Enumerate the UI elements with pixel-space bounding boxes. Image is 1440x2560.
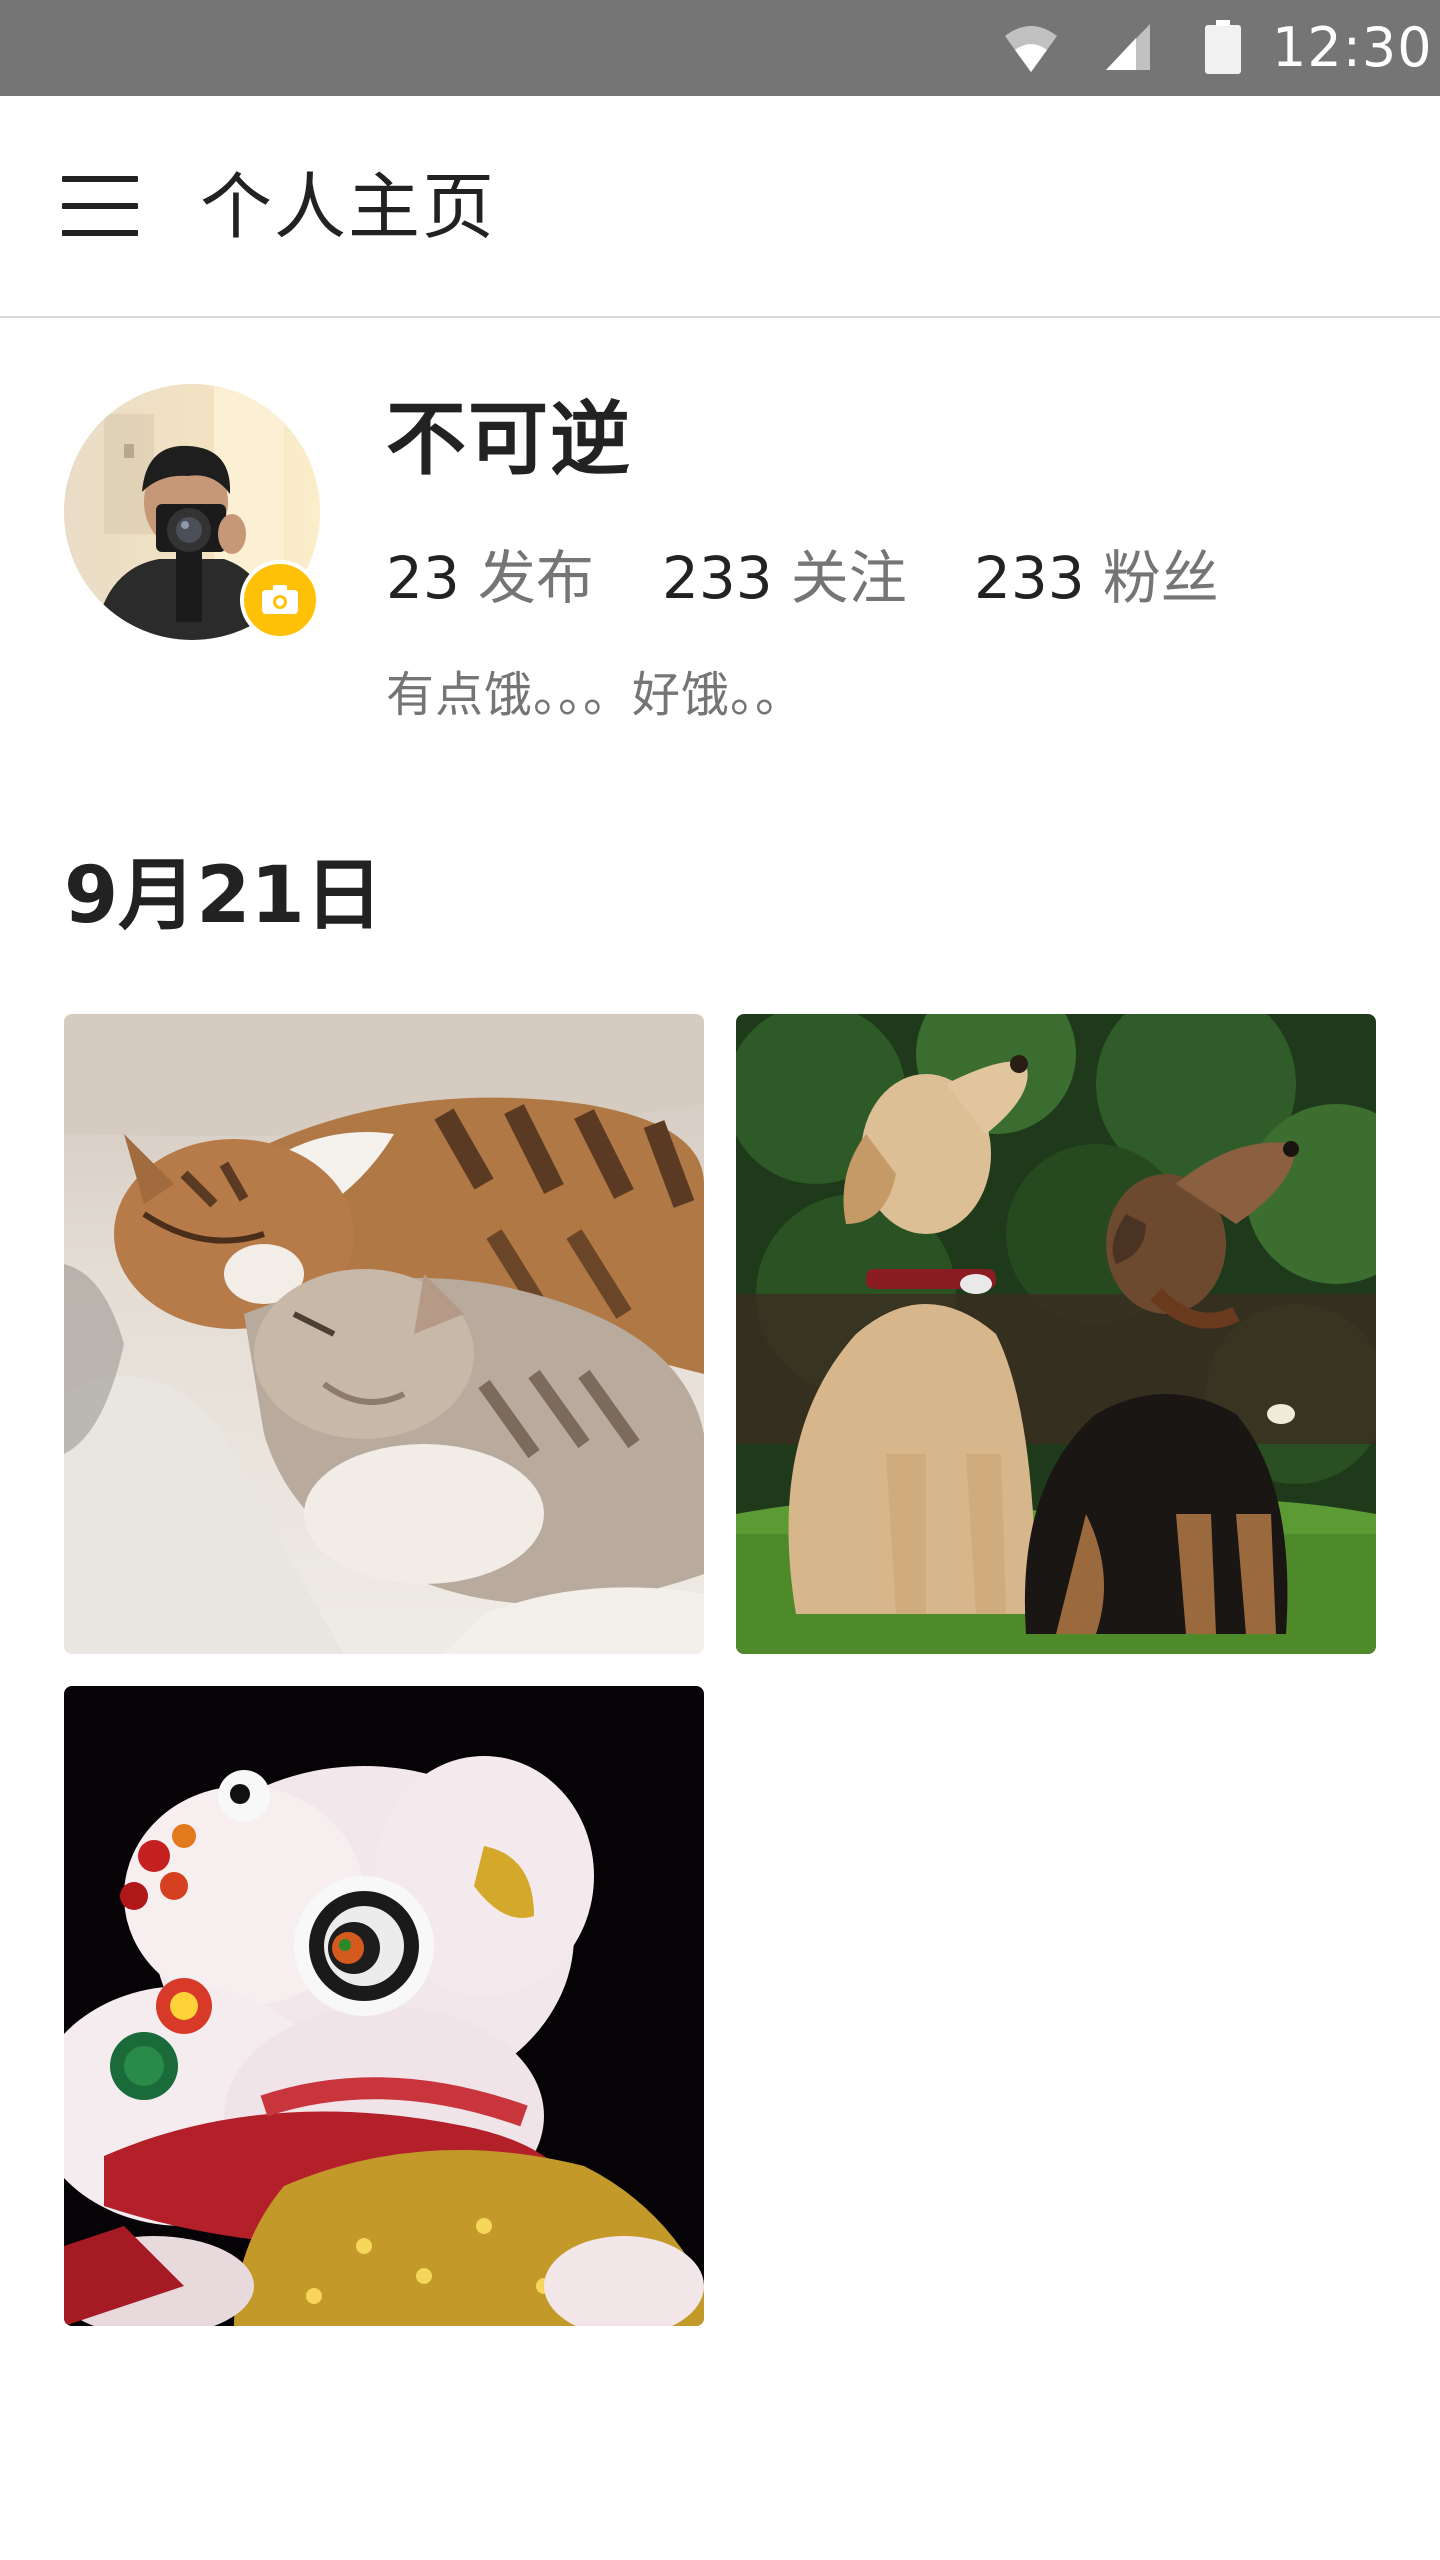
stat-label: 关注 — [790, 544, 907, 612]
stat-label: 粉丝 — [1102, 544, 1219, 612]
stat-value: 23 — [386, 544, 460, 612]
feed-date-header: 9月21日 — [64, 851, 383, 941]
wifi-icon — [1005, 26, 1057, 72]
menu-bar-line — [62, 176, 138, 182]
lion-dance-photo — [64, 1686, 704, 2326]
photo-thumbnail-dogs[interactable] — [736, 1014, 1376, 1654]
profile-stats: 23 发布 233 关注 233 粉丝 — [386, 540, 1386, 616]
stat-following[interactable]: 233 关注 — [662, 540, 907, 616]
profile-bio: 有点饿。。。好饿。。 — [386, 667, 805, 723]
cell-signal-icon — [1106, 24, 1150, 70]
page-title: 个人主页 — [200, 165, 497, 249]
profile-name: 不可逆 — [386, 393, 632, 486]
two-dogs-photo — [736, 1014, 1376, 1654]
menu-bar-line — [62, 203, 138, 209]
battery-icon — [1205, 20, 1241, 74]
photo-thumbnail-lion-dance[interactable] — [64, 1686, 704, 2326]
stat-posts[interactable]: 23 发布 — [386, 540, 594, 616]
camera-icon[interactable] — [240, 560, 320, 640]
stat-value: 233 — [974, 544, 1085, 612]
camera-glyph — [262, 585, 298, 614]
app-bar: 个人主页 — [0, 96, 1440, 318]
status-bar: 12:30 — [0, 0, 1440, 96]
menu-bar-line — [62, 230, 138, 236]
stat-value: 233 — [662, 544, 773, 612]
sleeping-cats-photo — [64, 1014, 704, 1654]
stat-followers[interactable]: 233 粉丝 — [974, 540, 1219, 616]
status-time: 12:30 — [1272, 16, 1433, 79]
hamburger-menu-icon[interactable] — [42, 162, 158, 250]
photo-thumbnail-cats[interactable] — [64, 1014, 704, 1654]
stat-label: 发布 — [477, 544, 594, 612]
